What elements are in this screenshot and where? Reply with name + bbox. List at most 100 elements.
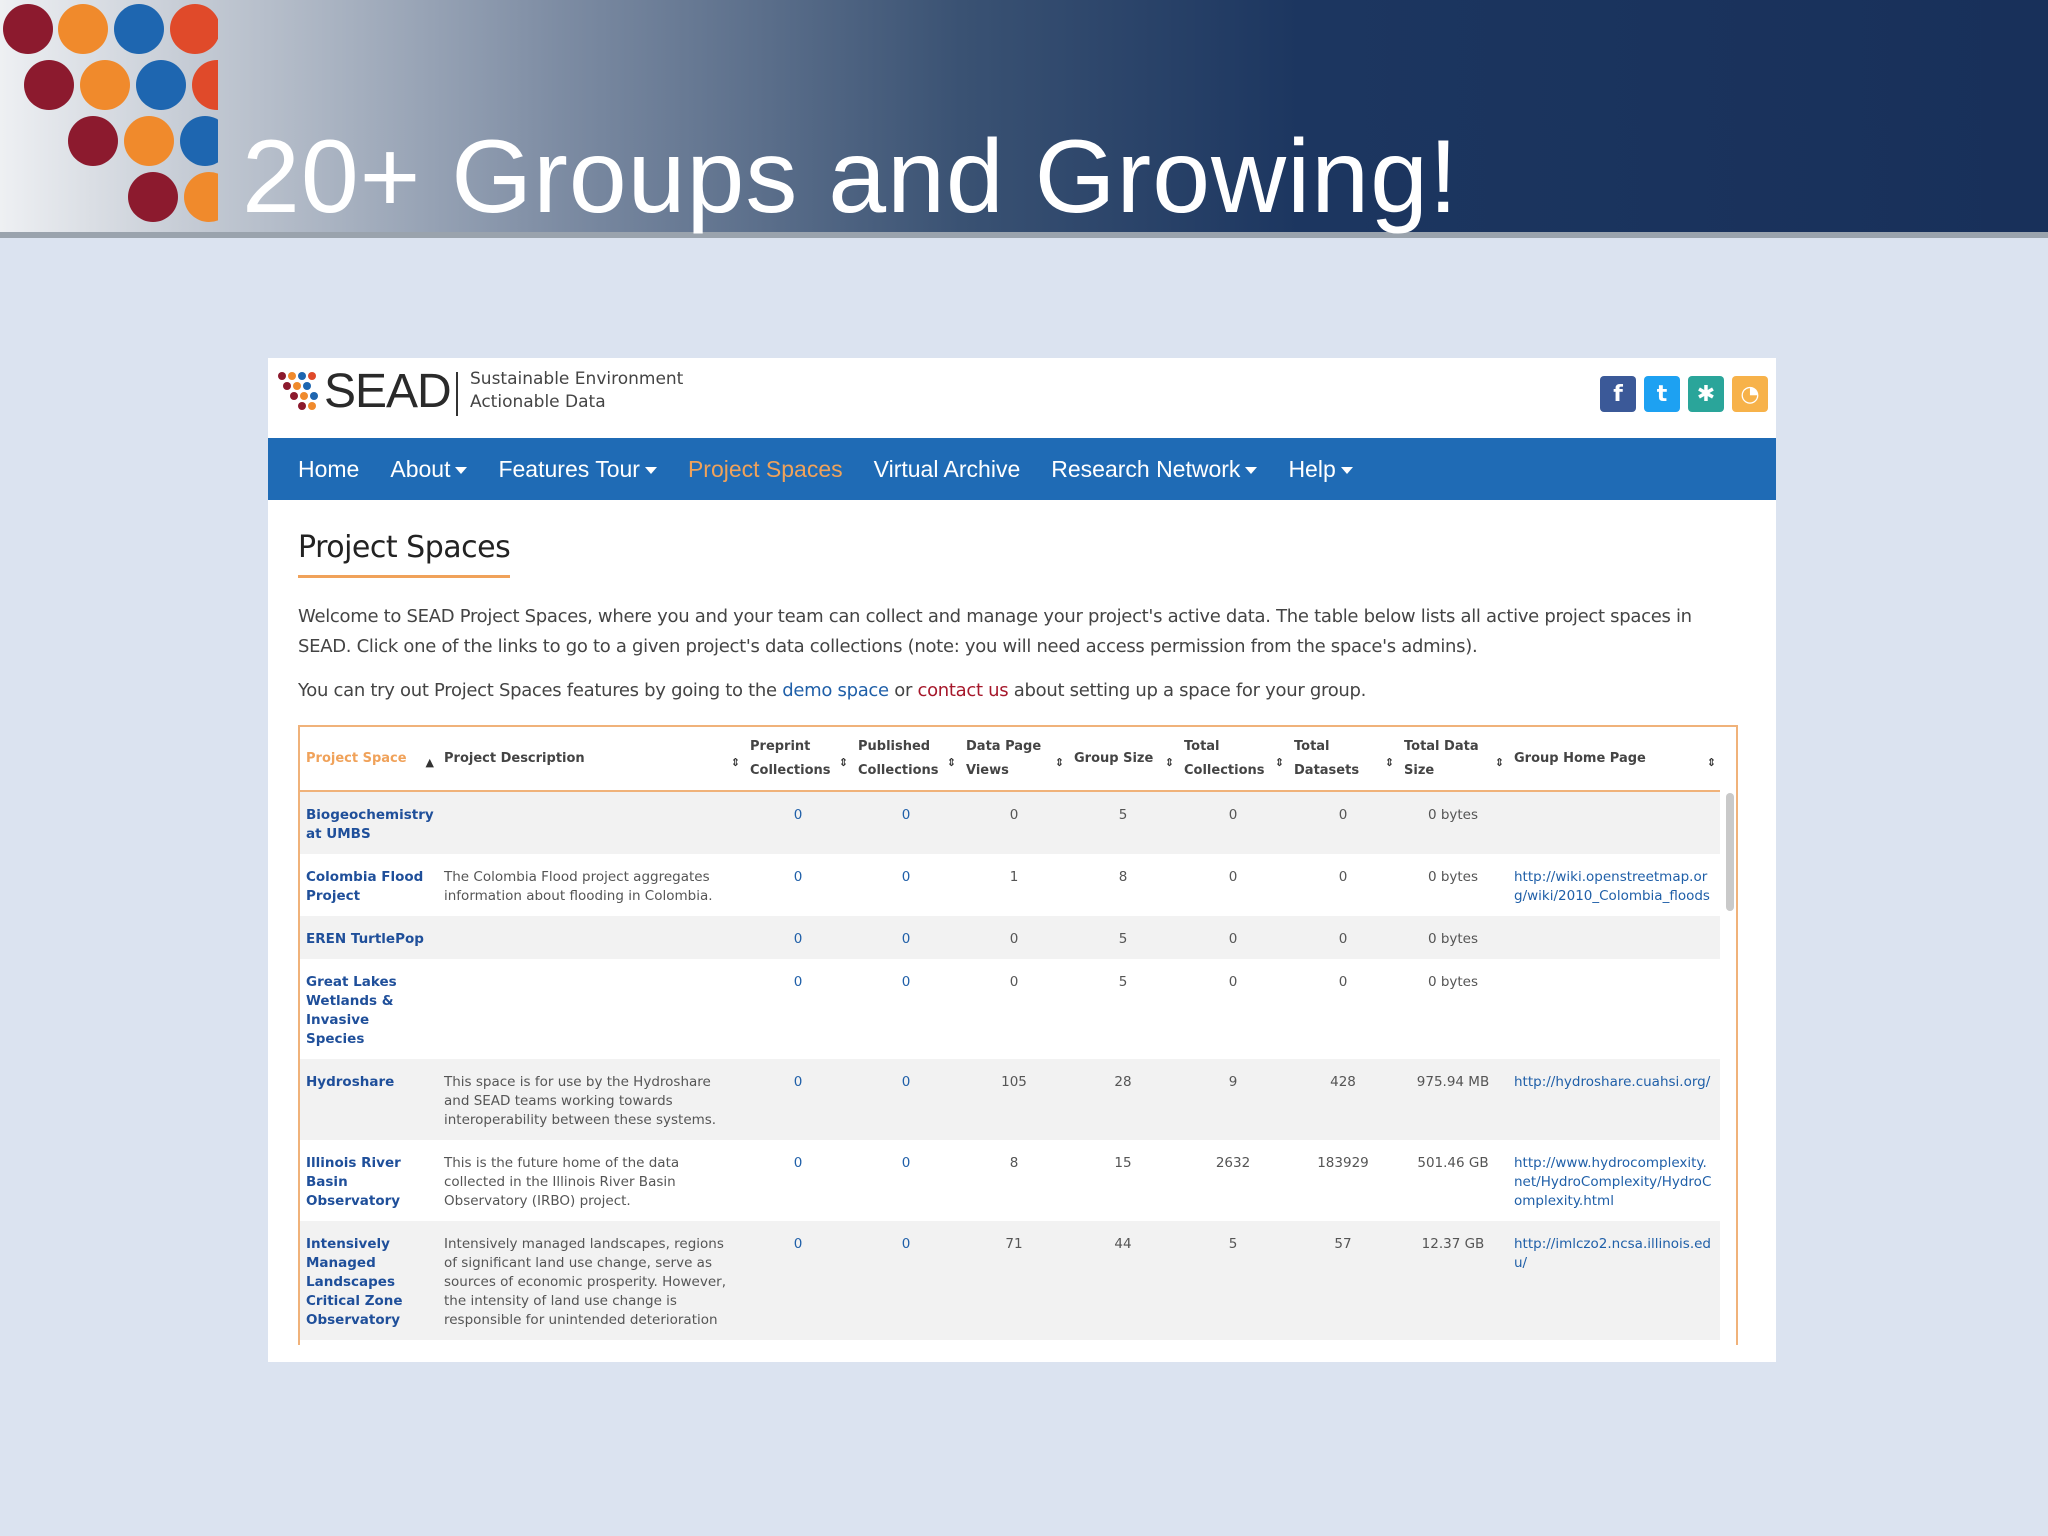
sort-icon[interactable]: ⇕	[731, 751, 740, 775]
published-collections-link[interactable]: 0	[852, 1140, 960, 1221]
column-header-group-home-page[interactable]: Group Home Page ⇕	[1508, 727, 1720, 792]
preprint-collections-link[interactable]: 0	[744, 854, 852, 916]
data-page-views: 71	[960, 1221, 1068, 1340]
sort-icon[interactable]: ⇕	[1495, 751, 1504, 775]
social-links: f t ✱ ◔	[1600, 376, 1768, 412]
project-space-link[interactable]: EREN TurtlePop	[300, 916, 438, 959]
sort-icon[interactable]: ⇕	[839, 751, 848, 775]
sort-icon[interactable]: ⇕	[1707, 751, 1716, 775]
table-row: Intensively Managed Landscapes Critical …	[300, 1221, 1720, 1340]
sort-asc-icon[interactable]: ▲	[426, 751, 434, 775]
total-collections: 9	[1178, 1059, 1288, 1140]
column-header-data-page-views[interactable]: Data Page Views ⇕	[960, 727, 1068, 792]
group-home-page-link[interactable]: http://wiki.openstreetmap.org/wiki/2010_…	[1508, 854, 1720, 916]
page-title: Project Spaces	[298, 530, 511, 578]
group-home-page-link[interactable]	[1508, 959, 1720, 1059]
chevron-down-icon	[1245, 466, 1258, 474]
group-size: 5	[1068, 791, 1178, 854]
group-size: 8	[1118, 869, 1128, 885]
preprint-collections-link[interactable]: 0	[744, 791, 852, 854]
sort-icon[interactable]: ⇕	[1055, 751, 1064, 775]
project-spaces-table: Project Space ▲ Project Description ⇕ Prep…	[298, 725, 1738, 1345]
column-header-project-space[interactable]: Project Space ▲	[300, 727, 438, 792]
group-home-page-link[interactable]	[1508, 791, 1720, 854]
sead-website-screenshot: SEAD Sustainable Environment Actionable …	[268, 358, 1776, 1362]
project-description	[438, 916, 744, 959]
table-row: Great Lakes Wetlands & Invasive Species 0…	[300, 959, 1720, 1059]
group-home-page-link[interactable]: http://hydroshare.cuahsi.org/	[1508, 1059, 1720, 1140]
published-collections-link[interactable]: 0	[852, 1059, 960, 1140]
group-size: 5	[1118, 974, 1128, 990]
project-space-link[interactable]: Biogeochemistry at UMBS	[300, 791, 438, 854]
preprint-collections-link[interactable]: 0	[744, 916, 852, 959]
project-space-link[interactable]: Intensively Managed Landscapes Critical …	[300, 1221, 438, 1340]
total-collections: 5	[1178, 1221, 1288, 1340]
sort-icon[interactable]: ⇕	[947, 751, 956, 775]
sort-icon[interactable]: ⇕	[1165, 751, 1174, 775]
chevron-down-icon	[1340, 466, 1353, 474]
column-header-published-collections[interactable]: Published Collections ⇕	[852, 727, 960, 792]
preprint-collections-link[interactable]: 0	[744, 1140, 852, 1221]
group-home-page-link[interactable]	[1508, 916, 1720, 959]
nav-help[interactable]: Help	[1288, 456, 1353, 483]
column-header-preprint-collections[interactable]: Preprint Collections ⇕	[744, 727, 852, 792]
column-header-project-description[interactable]: Project Description ⇕	[438, 727, 744, 792]
published-collections-link[interactable]: 0	[852, 854, 960, 916]
preprint-collections-link[interactable]: 0	[744, 1059, 852, 1140]
twitter-icon[interactable]: t	[1644, 376, 1680, 412]
nav-research-network[interactable]: Research Network	[1051, 456, 1258, 483]
preprint-collections-link[interactable]: 0	[744, 959, 852, 1059]
data-page-views: 1	[1009, 869, 1019, 885]
sort-icon[interactable]: ⇕	[1275, 751, 1284, 775]
project-space-link[interactable]: Illinois River Basin Observatory	[300, 1140, 438, 1221]
preprint-collections-link[interactable]: 0	[744, 1221, 852, 1340]
logo-divider	[456, 372, 458, 416]
column-header-total-data-size[interactable]: Total Data Size ⇕	[1398, 727, 1508, 792]
column-header-total-datasets[interactable]: Total Datasets ⇕	[1288, 727, 1398, 792]
column-header-group-size[interactable]: Group Size ⇕	[1068, 727, 1178, 792]
rss-icon[interactable]: ◔	[1732, 376, 1768, 412]
sead-logo-icon[interactable]	[278, 370, 318, 410]
nav-project-spaces[interactable]: Project Spaces	[688, 456, 843, 483]
nav-about[interactable]: About	[390, 456, 468, 483]
nav-features-tour[interactable]: Features Tour	[498, 456, 657, 483]
total-data-size: 0 bytes	[1427, 974, 1479, 990]
table-scrollbar[interactable]	[1726, 793, 1734, 911]
total-data-size: 0 bytes	[1398, 791, 1508, 854]
total-data-size: 0 bytes	[1427, 869, 1479, 885]
published-collections-link[interactable]: 0	[852, 1221, 960, 1340]
total-collections: 0	[1178, 916, 1288, 959]
try-out-paragraph: You can try out Project Spaces features …	[298, 680, 1367, 701]
facebook-icon[interactable]: f	[1600, 376, 1636, 412]
tagline-line-2: Actionable Data	[470, 392, 606, 412]
data-page-views: 0	[1009, 974, 1019, 990]
total-collections: 2632	[1215, 1155, 1251, 1171]
project-space-link[interactable]: Great Lakes Wetlands & Invasive Species	[300, 959, 438, 1059]
total-datasets: 0	[1288, 916, 1398, 959]
published-collections-link[interactable]: 0	[852, 916, 960, 959]
data-page-views: 105	[960, 1059, 1068, 1140]
contact-us-link[interactable]: contact us	[917, 680, 1008, 701]
project-space-link[interactable]: Colombia Flood Project	[300, 854, 438, 916]
nav-home[interactable]: Home	[298, 456, 359, 483]
chevron-down-icon	[455, 466, 468, 474]
column-header-total-collections[interactable]: Total Collections ⇕	[1178, 727, 1288, 792]
main-navbar: Home About Features Tour Project Spaces …	[268, 438, 1776, 500]
site-header: SEAD Sustainable Environment Actionable …	[268, 358, 1776, 438]
share-icon[interactable]: ✱	[1688, 376, 1724, 412]
published-collections-link[interactable]: 0	[852, 959, 960, 1059]
published-collections-link[interactable]: 0	[852, 791, 960, 854]
tagline-line-1: Sustainable Environment	[470, 369, 684, 389]
project-space-link[interactable]: Hydroshare	[300, 1059, 438, 1140]
total-collections: 0	[1178, 791, 1288, 854]
table-row: Hydroshare This space is for use by the H…	[300, 1059, 1720, 1140]
site-logo-text[interactable]: SEAD	[324, 364, 452, 419]
project-description: Intensively managed landscapes, regions …	[438, 1221, 744, 1340]
group-home-page-link[interactable]: http://www.hydrocomplexity.net/HydroComp…	[1508, 1140, 1720, 1221]
group-home-page-link[interactable]: http://imlczo2.ncsa.illinois.edu/	[1508, 1221, 1720, 1340]
table-row: Colombia Flood Project The Colombia Flood…	[300, 854, 1720, 916]
nav-virtual-archive[interactable]: Virtual Archive	[874, 456, 1021, 483]
total-data-size: 975.94 MB	[1398, 1059, 1508, 1140]
demo-space-link[interactable]: demo space	[782, 680, 889, 701]
sort-icon[interactable]: ⇕	[1385, 751, 1394, 775]
